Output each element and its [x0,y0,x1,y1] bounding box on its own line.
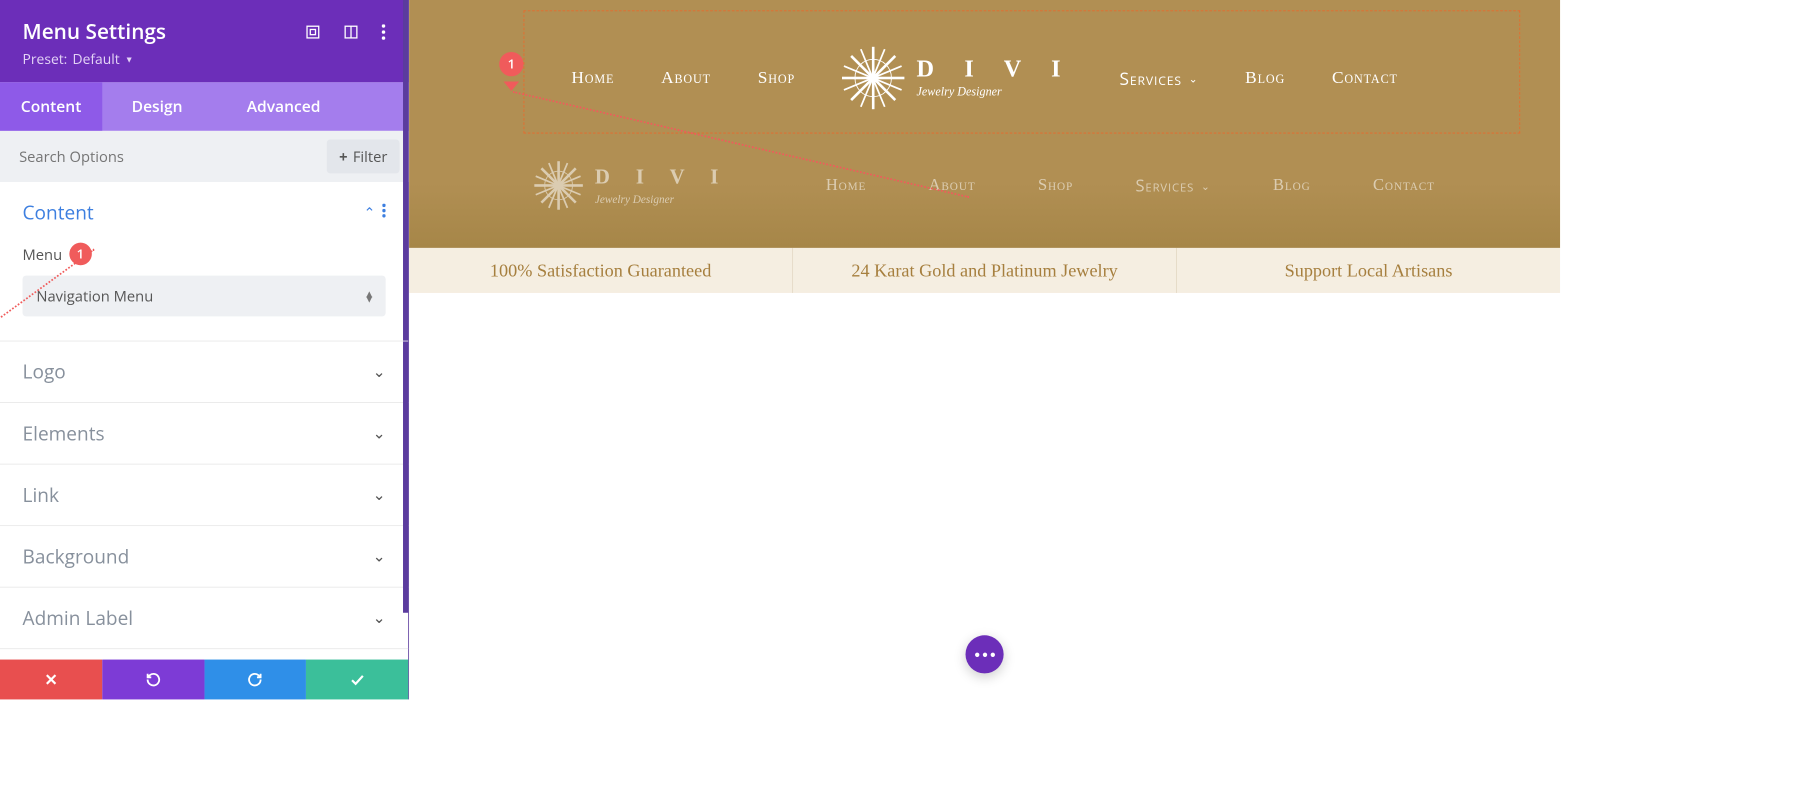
selection-caret-icon [504,81,520,91]
section-content-header[interactable]: Content ⌃ [0,182,408,243]
nav-contact[interactable]: Contact [1332,68,1398,88]
nav-shop[interactable]: Shop [758,68,795,88]
logo-main: D I V I [595,167,729,188]
section-elements[interactable]: Elements ⌄ [0,403,408,464]
search-input[interactable] [19,146,318,166]
menu-label: Menu [23,244,63,264]
chevron-down-icon: ⌄ [373,423,386,444]
chevron-up-icon: ⌃ [364,203,376,222]
secondary-menu: D I V I Jewelry Designer Home About Shop… [409,161,1560,210]
logo-sub: Jewelry Designer [916,87,1072,99]
chevron-down-icon: ⌄ [373,608,386,629]
builder-fab[interactable] [966,635,1004,673]
nav-blog[interactable]: Blog [1273,176,1311,195]
section-content: Content ⌃ Menu 1 Navigation Menu ▲▼ [0,182,408,341]
selection-badge: 1 [499,52,523,76]
section-more-icon[interactable] [382,203,385,222]
band-item: 100% Satisfaction Guaranteed [409,248,793,293]
plus-icon: + [339,146,347,166]
section-background[interactable]: Background ⌄ [0,526,408,587]
fullscreen-icon[interactable] [305,24,321,40]
section-admin-label[interactable]: Admin Label ⌄ [0,588,408,649]
star-logo-icon [534,161,583,210]
select-arrows-icon: ▲▼ [364,291,372,301]
preset-selector[interactable]: Preset: Default ▼ [23,49,386,68]
redo-button[interactable] [204,660,306,700]
nav-contact[interactable]: Contact [1373,176,1435,195]
filter-button[interactable]: + Filter [327,140,400,174]
sidebar-footer [0,660,408,700]
help-link[interactable]: ? Help [0,649,408,659]
save-button[interactable] [306,660,408,700]
chevron-down-icon: ⌄ [1201,178,1211,193]
section-link[interactable]: Link ⌄ [0,465,408,526]
band-item: Support Local Artisans [1177,248,1560,293]
feature-band: 100% Satisfaction Guaranteed 24 Karat Go… [409,248,1560,293]
sidebar-title: Menu Settings [23,17,167,46]
band-item: 24 Karat Gold and Platinum Jewelry [793,248,1177,293]
chevron-down-icon: ⌄ [373,484,386,505]
preview-pane: 1 Home About Shop D I V I Jewelry Design… [409,0,1560,699]
sidebar-header: Menu Settings Preset: Default ▼ [0,0,408,82]
tab-advanced[interactable]: Advanced [212,82,355,131]
panel-toggle-icon[interactable] [343,24,359,40]
settings-sidebar: Menu Settings Preset: Default ▼ Content … [0,0,409,699]
hero-header: 1 Home About Shop D I V I Jewelry Design… [409,0,1560,248]
nav-home[interactable]: Home [571,68,614,88]
chevron-down-icon: ⌄ [373,361,386,382]
section-logo[interactable]: Logo ⌄ [0,341,408,402]
logo-main: D I V I [916,57,1072,81]
nav-services[interactable]: Services⌄ [1136,174,1211,197]
tab-content[interactable]: Content [0,82,102,131]
primary-menu: Home About Shop D I V I Jewelry Designer… [409,47,1560,109]
chevron-down-icon: ⌄ [1189,71,1199,86]
star-logo-icon [842,47,904,109]
site-logo[interactable]: D I V I Jewelry Designer [534,161,729,210]
nav-shop[interactable]: Shop [1038,176,1073,195]
site-logo[interactable]: D I V I Jewelry Designer [842,47,1073,109]
logo-sub: Jewelry Designer [595,193,729,204]
nav-about[interactable]: About [661,68,711,88]
undo-button[interactable] [102,660,204,700]
tab-design[interactable]: Design [102,82,212,131]
caret-down-icon: ▼ [125,53,134,65]
chevron-down-icon: ⌄ [373,546,386,567]
nav-home[interactable]: Home [826,176,866,195]
menu-select[interactable]: Navigation Menu ▲▼ [23,276,386,317]
sidebar-tabs: Content Design Advanced [0,82,408,131]
nav-blog[interactable]: Blog [1245,68,1285,88]
more-icon[interactable] [381,24,385,40]
cancel-button[interactable] [0,660,102,700]
nav-services[interactable]: Services⌄ [1120,66,1199,89]
search-row: + Filter [0,131,408,182]
